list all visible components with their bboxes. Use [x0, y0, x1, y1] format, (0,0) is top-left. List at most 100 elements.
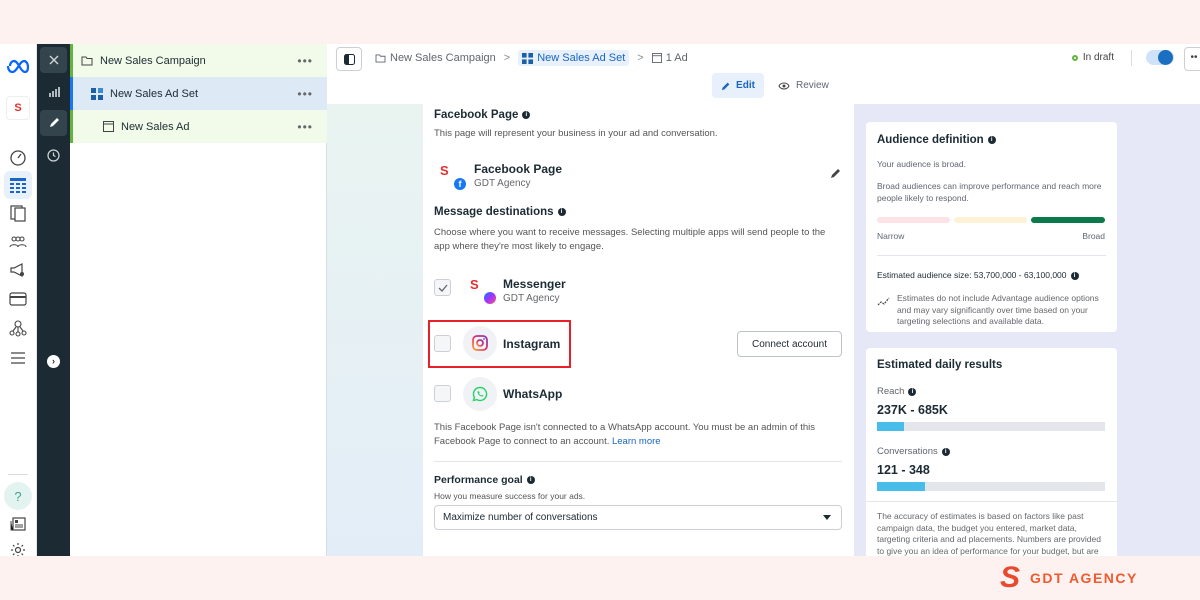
billing-card-icon[interactable]: [4, 285, 32, 313]
messenger-icon: [484, 292, 496, 304]
conversations-bar-fill: [877, 482, 925, 491]
editor-tools-column: ›: [37, 44, 70, 556]
meta-logo[interactable]: [4, 52, 32, 80]
top-bar: New Sales Campaign > New Sales Ad Set > …: [327, 44, 1200, 72]
sidebar-panel-icon: [343, 53, 355, 65]
audiences-icon[interactable]: [4, 228, 32, 256]
edit-pencil-icon[interactable]: [40, 110, 67, 136]
tree-item-ad-set[interactable]: New Sales Ad Set •••: [70, 77, 327, 110]
whatsapp-checkbox[interactable]: [434, 385, 451, 402]
conversations-bar: [877, 482, 1105, 491]
news-icon[interactable]: [4, 510, 32, 538]
campaigns-table-icon[interactable]: [4, 171, 32, 199]
gdt-agency-brand: S GDT AGENCY: [1000, 556, 1138, 600]
business-network-icon[interactable]: [4, 314, 32, 342]
info-icon[interactable]: i: [557, 208, 566, 216]
performance-goal-heading: Performance goal i: [434, 474, 535, 486]
history-clock-icon[interactable]: [40, 142, 67, 168]
performance-goal-select[interactable]: Maximize number of conversations: [434, 505, 842, 530]
help-icon[interactable]: ?: [4, 482, 32, 510]
audience-meter-broad: [1031, 217, 1105, 223]
toggle-panel-button[interactable]: [336, 47, 362, 71]
gdt-logo-icon: S: [1000, 561, 1021, 594]
edit-mode-button[interactable]: Edit: [712, 73, 764, 98]
info-icon[interactable]: i: [987, 136, 996, 144]
audience-size-text: Estimated audience size: 53,700,000 - 63…: [877, 270, 1067, 280]
breadcrumb-ads[interactable]: 1 Ad: [651, 52, 688, 64]
messenger-name: Messenger: [503, 277, 566, 291]
learn-more-link[interactable]: Learn more: [612, 436, 661, 447]
breadcrumb-separator: >: [503, 52, 511, 64]
dashboard-icon[interactable]: [4, 143, 32, 171]
ad-name: New Sales Ad: [121, 120, 190, 133]
info-icon[interactable]: i: [522, 111, 531, 119]
ad-set-grid-icon: [91, 87, 103, 100]
more-options-button[interactable]: ••: [1184, 47, 1200, 71]
meta-infinity-icon: [7, 59, 29, 73]
audience-title: Audience definition i: [877, 134, 996, 146]
info-icon[interactable]: i: [526, 476, 535, 484]
facebook-icon: f: [454, 178, 466, 190]
trend-icon: [877, 294, 891, 312]
connect-account-button[interactable]: Connect account: [737, 331, 842, 357]
message-destinations-heading: Message destinations i: [434, 206, 566, 218]
tree-item-ad[interactable]: New Sales Ad •••: [70, 110, 327, 143]
expand-chevron-icon[interactable]: ›: [40, 348, 67, 374]
conversations-label: Conversations i: [877, 446, 950, 458]
ad-more-button[interactable]: •••: [297, 120, 313, 134]
settings-gear-icon[interactable]: [4, 536, 32, 556]
status-dot-icon: [1071, 54, 1078, 61]
ad-window-icon: [651, 53, 662, 63]
chart-icon[interactable]: [40, 78, 67, 104]
eye-icon: [778, 82, 790, 89]
breadcrumb-ad-set[interactable]: New Sales Ad Set: [518, 50, 630, 66]
ad-set-more-button[interactable]: •••: [297, 87, 313, 101]
fb-page-heading-text: Facebook Page: [434, 109, 519, 121]
campaign-more-button[interactable]: •••: [297, 54, 313, 68]
close-icon[interactable]: [40, 47, 67, 73]
edit-label: Edit: [736, 80, 755, 91]
info-icon[interactable]: i: [941, 447, 950, 456]
pages-icon[interactable]: [4, 199, 32, 227]
publish-toggle[interactable]: [1146, 50, 1174, 65]
page-avatar: Sf: [438, 163, 466, 190]
ad-set-grid-icon: [522, 52, 534, 64]
audience-meter-narrow: [877, 217, 950, 223]
audience-size: Estimated audience size: 53,700,000 - 63…: [877, 270, 1079, 282]
tree-item-campaign[interactable]: New Sales Campaign •••: [70, 44, 327, 77]
edit-page-pencil-icon[interactable]: [830, 166, 842, 184]
audience-definition-card: Audience definition i Your audience is br…: [866, 122, 1117, 332]
section-divider: [434, 461, 842, 462]
megaphone-icon[interactable]: [4, 256, 32, 284]
reach-label: Reach i: [877, 386, 917, 398]
breadcrumb: New Sales Campaign > New Sales Ad Set > …: [375, 50, 688, 66]
breadcrumb-campaign[interactable]: New Sales Campaign: [375, 52, 496, 64]
account-logo[interactable]: S: [6, 96, 30, 120]
whatsapp-name: WhatsApp: [503, 387, 563, 401]
instagram-highlight-box: [428, 320, 571, 368]
audience-status: Your audience is broad.: [877, 159, 967, 169]
whatsapp-logo-circle: [463, 377, 497, 411]
message-destinations-text: Message destinations: [434, 206, 554, 218]
page-sub: GDT Agency: [474, 178, 531, 189]
conversations-label-text: Conversations: [877, 446, 938, 457]
campaign-tree: New Sales Campaign ••• New Sales Ad Set …: [70, 44, 327, 556]
meter-broad-label: Broad: [1082, 231, 1105, 241]
breadcrumb-ad-set-label: New Sales Ad Set: [537, 52, 626, 64]
messenger-checkbox[interactable]: [434, 279, 451, 296]
audience-note: Estimates do not include Advantage audie…: [897, 293, 1099, 326]
performance-goal-desc: How you measure success for your ads.: [434, 491, 586, 501]
meter-narrow-label: Narrow: [877, 231, 905, 241]
review-mode-button[interactable]: Review: [778, 73, 829, 98]
accuracy-note: The accuracy of estimates is based on fa…: [877, 511, 1101, 556]
whatsapp-note: This Facebook Page isn't connected to a …: [434, 421, 839, 449]
info-icon[interactable]: i: [908, 387, 917, 396]
brand-logo-icon: S: [470, 277, 479, 292]
estimated-daily-results-card: Estimated daily results Reach i 237K - 68…: [866, 348, 1117, 560]
info-icon[interactable]: i: [1070, 271, 1079, 280]
toggle-knob: [1158, 50, 1173, 65]
conversations-value: 121 - 348: [877, 463, 930, 477]
ad-window-icon: [103, 121, 114, 132]
menu-icon[interactable]: [4, 344, 32, 372]
fb-page-heading: Facebook Page i: [434, 109, 531, 121]
